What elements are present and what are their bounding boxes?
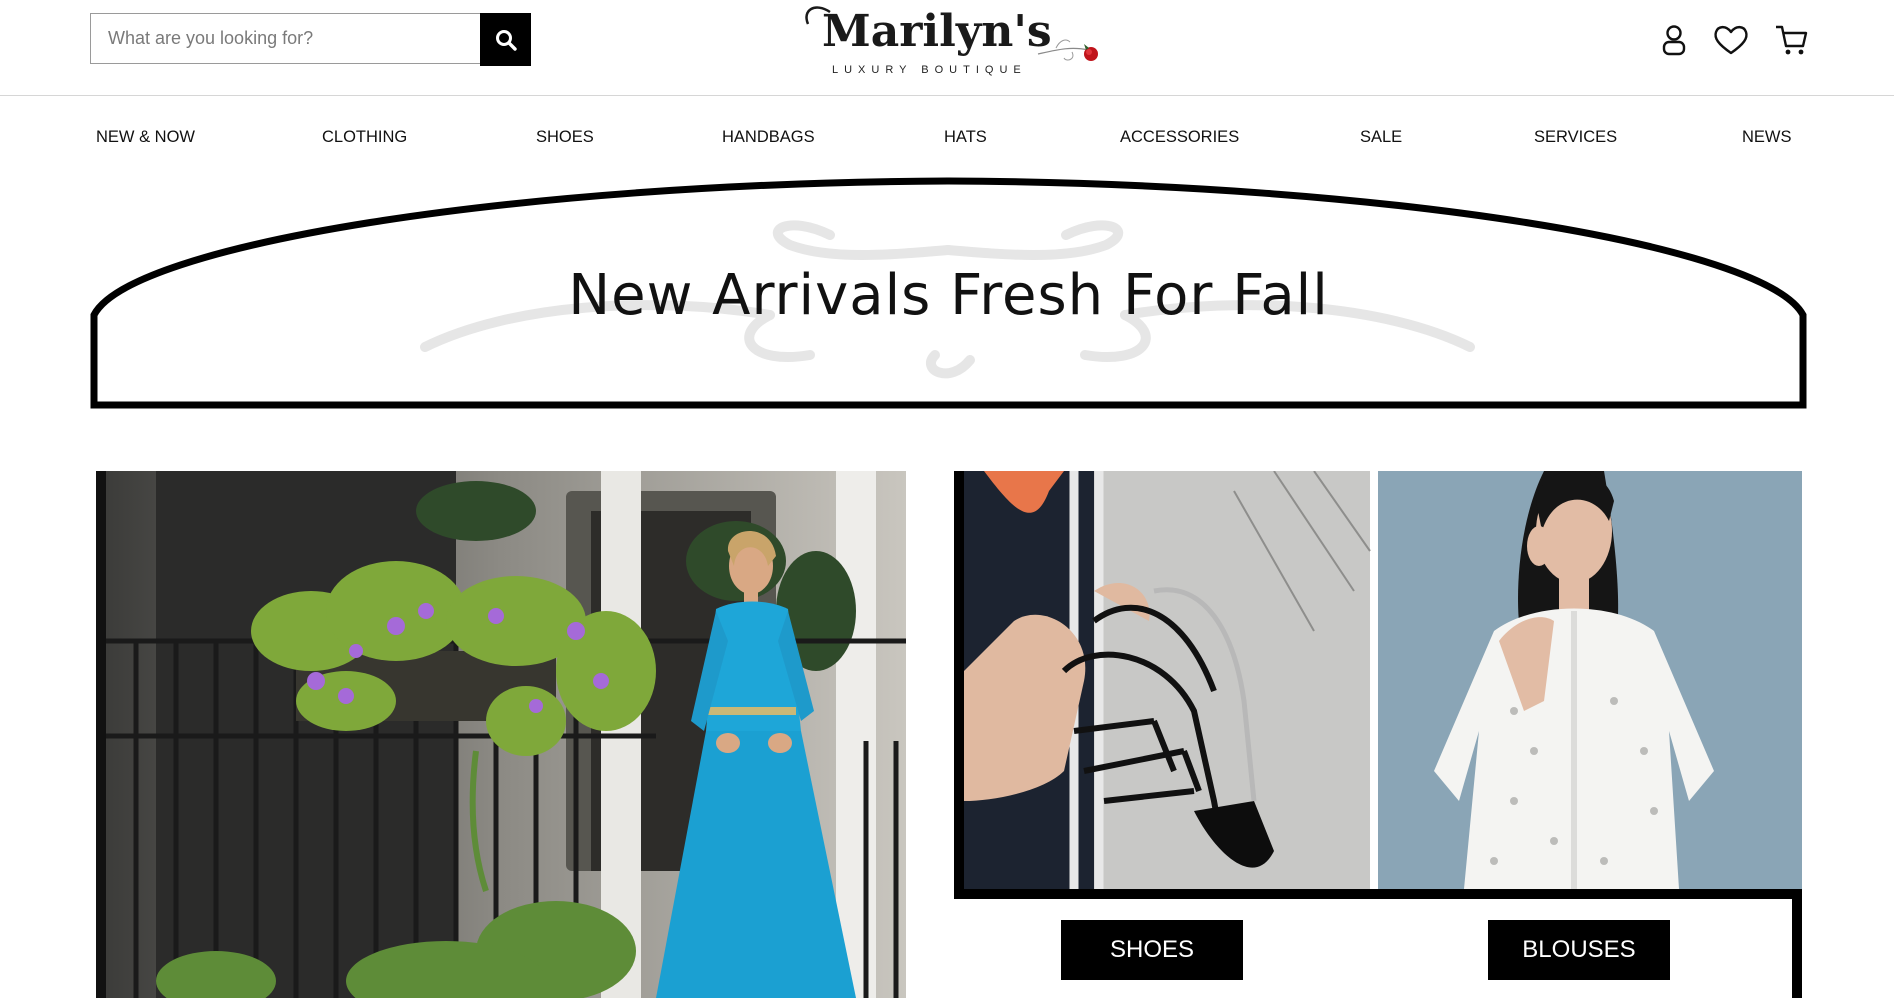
nav-item-sale[interactable]: SALE bbox=[1360, 128, 1402, 147]
main-nav: NEW & NOW CLOTHING SHOES HANDBAGS HATS A… bbox=[0, 96, 1894, 176]
cart-button[interactable] bbox=[1774, 22, 1810, 58]
search-button[interactable] bbox=[480, 13, 531, 66]
logo-text: Marilyn's bbox=[822, 6, 1052, 57]
nav-item-hats[interactable]: HATS bbox=[944, 128, 987, 147]
search-bar bbox=[90, 13, 531, 66]
rose-icon bbox=[1037, 39, 1098, 61]
nav-item-clothing[interactable]: CLOTHING bbox=[322, 128, 407, 147]
blouses-category-button[interactable]: BLOUSES bbox=[1488, 920, 1670, 980]
nav-item-shoes[interactable]: SHOES bbox=[536, 128, 594, 147]
heart-icon bbox=[1714, 25, 1748, 55]
logo[interactable]: Marilyn's LUXURY BOUTIQUE bbox=[800, 2, 1100, 82]
shoes-photo bbox=[964, 470, 1371, 889]
blouse-photo bbox=[1378, 471, 1802, 889]
category-photos bbox=[954, 470, 1802, 998]
search-input[interactable] bbox=[90, 13, 498, 64]
wishlist-button[interactable] bbox=[1712, 22, 1750, 58]
site-header: Marilyn's LUXURY BOUTIQUE bbox=[0, 0, 1894, 96]
banner-title: New Arrivals Fresh For Fall bbox=[568, 263, 1329, 328]
logo-tagline: LUXURY BOUTIQUE bbox=[832, 64, 1027, 76]
user-icon bbox=[1662, 25, 1686, 56]
search-icon bbox=[495, 29, 517, 51]
category-panel bbox=[954, 470, 1802, 998]
account-button[interactable] bbox=[1656, 22, 1692, 58]
new-arrivals-banner[interactable]: New Arrivals Fresh For Fall bbox=[90, 175, 1807, 411]
hero-photo bbox=[96, 471, 906, 998]
nav-item-news[interactable]: NEWS bbox=[1742, 128, 1792, 147]
nav-item-accessories[interactable]: ACCESSORIES bbox=[1120, 128, 1239, 147]
nav-item-new-and-now[interactable]: NEW & NOW bbox=[96, 128, 195, 147]
shoes-category-button[interactable]: SHOES bbox=[1061, 920, 1243, 980]
nav-item-services[interactable]: SERVICES bbox=[1534, 128, 1617, 147]
hero-image-model-in-blue-dress[interactable] bbox=[96, 471, 906, 998]
nav-item-handbags[interactable]: HANDBAGS bbox=[722, 128, 815, 147]
cart-icon bbox=[1776, 25, 1808, 55]
